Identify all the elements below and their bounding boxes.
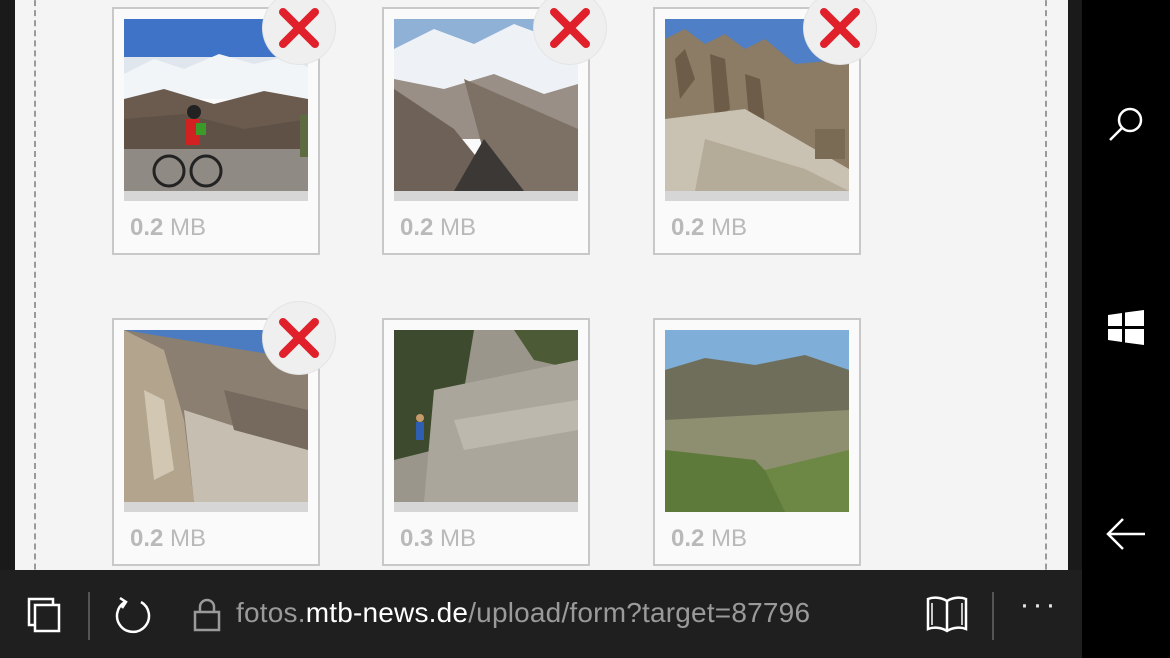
refresh-button[interactable] — [110, 592, 156, 638]
reading-view-button[interactable] — [924, 592, 970, 638]
photo-shrub-hillside — [665, 330, 849, 512]
upload-thumbnail: 0.2 MB — [653, 318, 861, 566]
back-button[interactable] — [1082, 494, 1170, 574]
upload-progress-bar — [394, 191, 578, 201]
upload-progress-bar — [124, 191, 308, 201]
browser-toolbar: fotos.mtb-news.de/upload/form?target=877… — [0, 570, 1082, 658]
security-indicator[interactable] — [184, 592, 230, 638]
close-icon — [550, 8, 590, 48]
start-button[interactable] — [1082, 288, 1170, 368]
reading-view-icon — [926, 596, 968, 633]
upload-thumbnail: 0.3 MB — [382, 318, 590, 566]
search-icon — [1109, 107, 1143, 141]
web-content: 0.2 MB 0.2 MB 0.2 MB 0.2 MB 0.3 MB 0.2 M… — [0, 0, 1082, 570]
toolbar-separator — [992, 592, 994, 640]
search-button[interactable] — [1082, 84, 1170, 164]
windows-icon — [1108, 310, 1144, 345]
remove-photo-button[interactable] — [263, 302, 335, 374]
lock-icon — [193, 598, 221, 632]
url-path: /upload/form?target=87796 — [468, 597, 811, 628]
file-size: 0.2 MB — [130, 214, 207, 241]
upload-form-page: 0.2 MB 0.2 MB 0.2 MB 0.2 MB 0.3 MB 0.2 M… — [15, 0, 1068, 570]
file-size: 0.2 MB — [671, 525, 748, 552]
url-prefix: fotos. — [236, 597, 306, 628]
upload-progress-bar — [394, 502, 578, 512]
more-options-button[interactable]: ··· — [1012, 588, 1066, 638]
tabs-icon — [27, 597, 61, 633]
address-bar[interactable]: fotos.mtb-news.de/upload/form?target=877… — [236, 597, 810, 629]
url-host: mtb-news.de — [305, 597, 469, 628]
upload-progress-bar — [124, 502, 308, 512]
photo-image — [394, 330, 578, 502]
photo-image — [665, 330, 849, 512]
close-icon — [820, 8, 860, 48]
toolbar-separator — [88, 592, 90, 640]
file-size: 0.2 MB — [400, 214, 477, 241]
file-size: 0.2 MB — [130, 525, 207, 552]
file-size: 0.2 MB — [671, 214, 748, 241]
refresh-icon — [115, 596, 151, 634]
close-icon — [279, 318, 319, 358]
tabs-button[interactable] — [22, 592, 68, 638]
upload-progress-bar — [665, 191, 849, 201]
file-size: 0.3 MB — [400, 525, 477, 552]
system-navigation-bar — [1082, 0, 1170, 658]
photo-hiker-trail — [394, 330, 578, 502]
back-arrow-icon — [1106, 518, 1145, 550]
close-icon — [279, 8, 319, 48]
